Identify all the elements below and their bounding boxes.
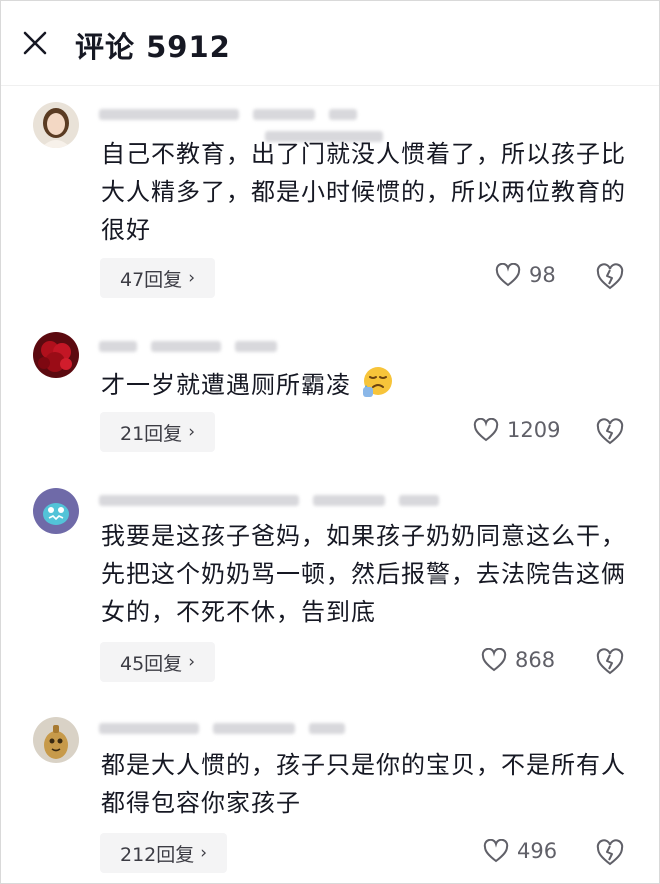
replies-count: 47回复 bbox=[120, 268, 183, 291]
chevron-right-icon: › bbox=[188, 422, 195, 442]
view-replies-button[interactable]: 21回复 › bbox=[100, 412, 215, 452]
close-icon bbox=[23, 31, 47, 55]
view-replies-button[interactable]: 212回复 › bbox=[100, 833, 228, 873]
chevron-right-icon: › bbox=[200, 843, 208, 863]
avatar[interactable] bbox=[33, 102, 79, 148]
like-count: 868 bbox=[515, 648, 556, 672]
broken-heart-icon[interactable] bbox=[595, 262, 625, 292]
broken-heart-icon[interactable] bbox=[595, 647, 625, 677]
chevron-right-icon: › bbox=[188, 268, 195, 288]
page-title: 评论 5912 bbox=[75, 30, 231, 64]
view-replies-button[interactable]: 45回复 › bbox=[100, 642, 215, 682]
comments-header: 评论 5912 bbox=[1, 1, 659, 86]
heart-outline-icon bbox=[473, 418, 499, 442]
like-count: 98 bbox=[529, 263, 556, 287]
like-button[interactable]: 868 bbox=[481, 648, 555, 672]
comment-text: 我要是这孩子爸妈，如果孩子奶奶同意这么干，先把这个奶奶骂一顿，然后报警，去法院告… bbox=[101, 522, 626, 626]
broken-heart-icon[interactable] bbox=[595, 838, 625, 868]
heart-outline-icon bbox=[483, 839, 509, 863]
comment-meta-hidden bbox=[99, 493, 439, 507]
replies-count: 212回复 bbox=[120, 843, 195, 866]
heart-outline-icon bbox=[495, 263, 521, 287]
avatar[interactable] bbox=[33, 717, 79, 763]
like-button[interactable]: 1209 bbox=[473, 418, 560, 442]
comments-panel: 评论 5912 自己不教育，出了门就没人惯着了，所以孩子比大人精多了，都是小时候… bbox=[0, 0, 660, 884]
avatar[interactable] bbox=[33, 332, 79, 378]
avatar[interactable] bbox=[33, 488, 79, 534]
comment-text: 都是大人惯的，孩子只是你的宝贝，不是所有人都得包容你家孩子 bbox=[101, 751, 626, 817]
heart-outline-icon bbox=[481, 648, 507, 672]
comment-text: 自己不教育，出了门就没人惯着了，所以孩子比大人精多了，都是小时候惯的，所以两位教… bbox=[101, 140, 626, 244]
view-replies-button[interactable]: 47回复 › bbox=[100, 258, 215, 298]
crying-face-emoji bbox=[362, 367, 392, 397]
close-button[interactable] bbox=[17, 25, 53, 61]
replies-count: 45回复 bbox=[120, 652, 183, 675]
comment-meta-hidden bbox=[99, 721, 345, 735]
like-count: 1209 bbox=[507, 418, 561, 442]
replies-count: 21回复 bbox=[120, 422, 183, 445]
like-count: 496 bbox=[517, 839, 558, 863]
chevron-right-icon: › bbox=[188, 652, 195, 672]
broken-heart-icon[interactable] bbox=[595, 417, 625, 447]
comment-meta-hidden bbox=[99, 339, 277, 353]
comment-text-content: 才一岁就遭遇厕所霸凌 bbox=[101, 371, 351, 399]
like-button[interactable]: 496 bbox=[483, 839, 557, 863]
comment-meta-hidden bbox=[99, 107, 357, 121]
comment-text: 才一岁就遭遇厕所霸凌 bbox=[101, 365, 631, 404]
like-button[interactable]: 98 bbox=[495, 263, 556, 287]
